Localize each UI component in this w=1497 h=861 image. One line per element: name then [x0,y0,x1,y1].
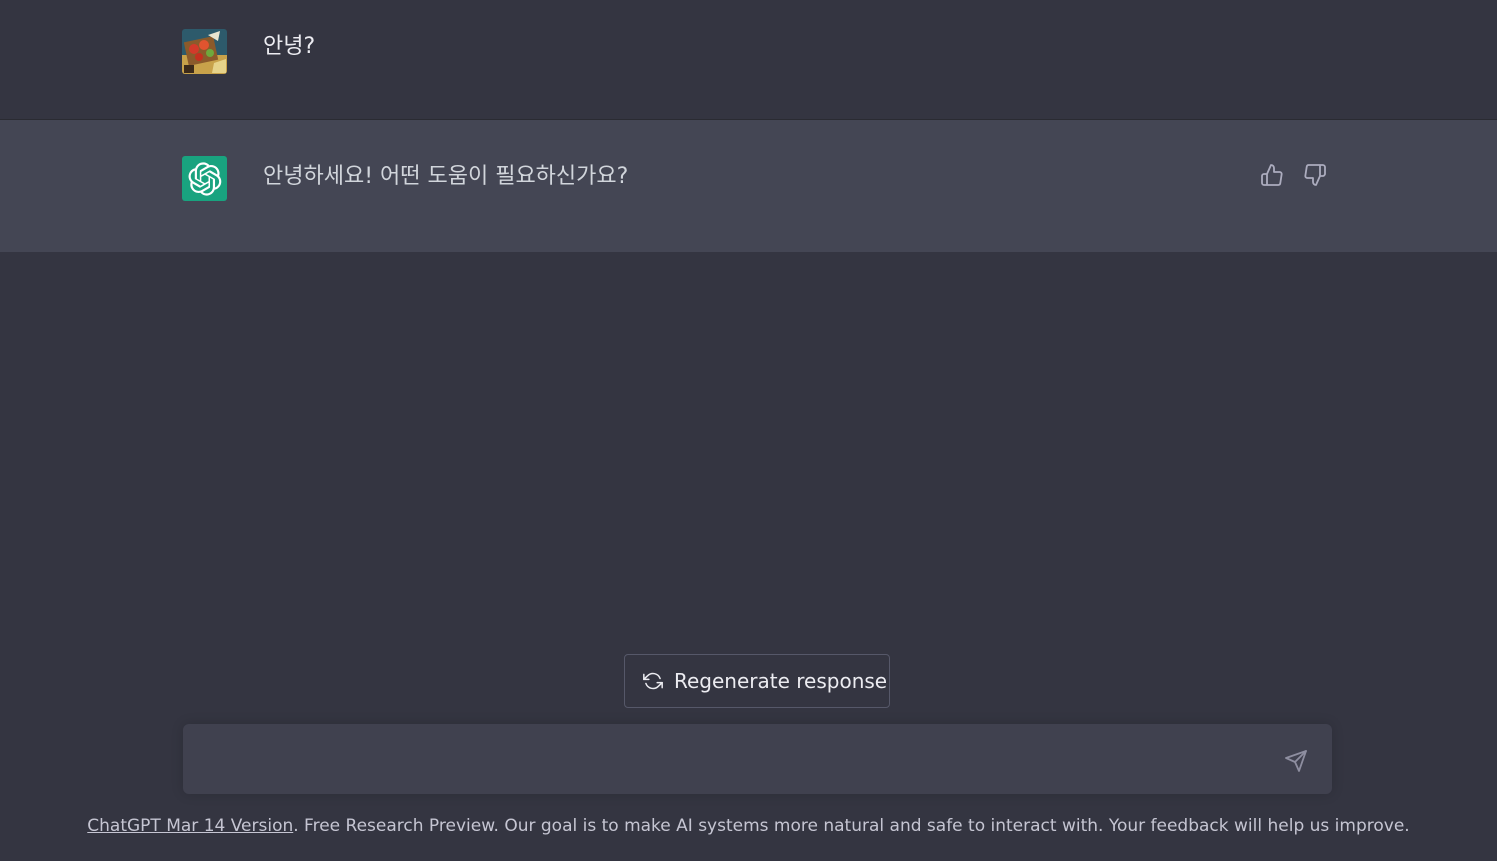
regenerate-response-button[interactable]: Regenerate response [624,654,890,708]
assistant-avatar [182,156,227,201]
user-avatar-image [182,29,227,74]
send-button[interactable] [1280,745,1312,777]
assistant-message-text: 안녕하세요! 어떤 도움이 필요하신가요? [263,164,629,189]
version-link[interactable]: ChatGPT Mar 14 Version [87,816,293,836]
thumbs-down-icon [1304,164,1326,186]
thumbs-up-button[interactable] [1257,160,1287,190]
message-input[interactable] [201,742,1265,778]
thumbs-up-icon [1261,164,1283,186]
footer-text: . Free Research Preview. Our goal is to … [293,816,1410,836]
regenerate-label: Regenerate response [674,669,888,693]
user-message-text: 안녕? [263,34,316,59]
assistant-message-row: 안녕하세요! 어떤 도움이 필요하신가요? [0,120,1497,252]
send-icon [1285,750,1307,772]
user-avatar [182,29,227,74]
openai-logo-icon [188,161,221,196]
user-message-row: 안녕? [0,0,1497,120]
thumbs-down-button[interactable] [1300,160,1330,190]
message-composer [183,724,1332,794]
refresh-icon [642,670,664,692]
chat-page: 안녕? 안녕하세요! 어떤 도움이 필요하신가요? Regenerate res… [0,0,1497,861]
footer-disclaimer: ChatGPT Mar 14 Version. Free Research Pr… [0,816,1497,836]
